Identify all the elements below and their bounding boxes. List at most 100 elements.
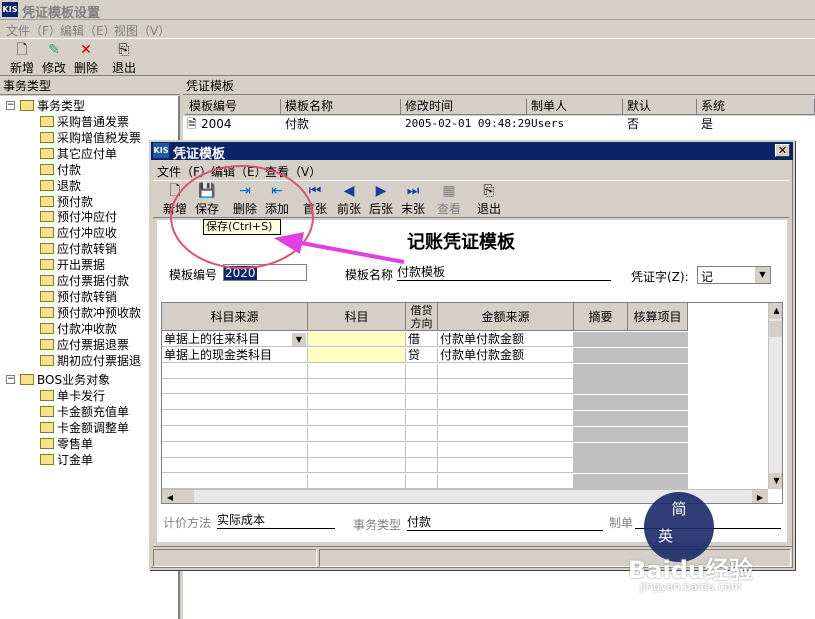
scroll-left-icon[interactable]: ◀: [162, 490, 178, 503]
dialog-title-bar[interactable]: KIS 凭证模板 ✕: [151, 142, 793, 162]
col-header[interactable]: 系统: [697, 99, 815, 115]
table-cell[interactable]: [406, 442, 438, 458]
table-cell[interactable]: [574, 442, 628, 458]
table-cell[interactable]: [628, 363, 688, 379]
table-cell[interactable]: [162, 363, 308, 379]
vertical-scrollbar[interactable]: ▲ ▼: [768, 303, 782, 489]
table-cell[interactable]: [574, 458, 628, 474]
scroll-thumb[interactable]: [769, 321, 782, 337]
table-cell[interactable]: 单据上的现金类科目: [162, 347, 308, 363]
table-cell[interactable]: [438, 458, 574, 474]
table-cell[interactable]: [438, 379, 574, 395]
scroll-up-icon[interactable]: ▲: [769, 303, 782, 319]
tree-item[interactable]: 零售单: [40, 436, 93, 452]
tree-item[interactable]: 采购普通发票: [40, 114, 129, 130]
table-cell[interactable]: [438, 442, 574, 458]
prev-button[interactable]: ◀ 前张: [337, 183, 361, 217]
menu-file[interactable]: 文件（F）: [6, 22, 61, 39]
tree-item[interactable]: 卡金额调整单: [40, 420, 129, 436]
col-header[interactable]: 制单人: [527, 99, 623, 115]
tree-item[interactable]: 应付票据退票: [40, 337, 129, 353]
collapse-toggle[interactable]: −: [6, 375, 15, 384]
tree-item[interactable]: 预付款冲预收款: [40, 305, 141, 321]
menu-view[interactable]: 视图（V）: [114, 22, 170, 39]
dialog-exit-button[interactable]: ⎘ 退出: [477, 183, 501, 217]
chevron-down-icon[interactable]: ▼: [292, 333, 306, 346]
tree-item[interactable]: 退款: [40, 178, 81, 194]
tree-item[interactable]: 预付款: [40, 194, 93, 210]
col-header[interactable]: 默认: [623, 99, 697, 115]
table-row[interactable]: 🗎 2004 付款 2005-02-01 09:48:29 Users 否 是: [183, 116, 815, 132]
table-cell[interactable]: [628, 426, 688, 442]
tree-item[interactable]: 付款: [40, 162, 81, 178]
table-cell[interactable]: [162, 474, 308, 490]
table-cell[interactable]: [438, 363, 574, 379]
table-cell[interactable]: [308, 474, 406, 490]
view-button[interactable]: ▦ 查看: [437, 183, 461, 217]
table-cell[interactable]: [628, 411, 688, 426]
delete-button[interactable]: ✕ 删除: [74, 42, 98, 76]
table-cell[interactable]: [628, 442, 688, 458]
table-cell[interactable]: [162, 458, 308, 474]
tree-root-node[interactable]: BOS业务对象: [20, 372, 110, 388]
exit-button[interactable]: ⎘ 退出: [112, 42, 136, 76]
chevron-down-icon[interactable]: ▼: [755, 267, 770, 283]
table-cell[interactable]: [308, 411, 406, 426]
table-cell[interactable]: 贷: [406, 347, 438, 363]
table-cell[interactable]: [406, 426, 438, 442]
next-button[interactable]: ▶ 后张: [369, 183, 393, 217]
tree-item[interactable]: 应付冲应收: [40, 225, 117, 241]
close-icon[interactable]: ✕: [775, 144, 790, 157]
tree-root-node[interactable]: 事务类型: [20, 98, 85, 114]
tree-item[interactable]: 应付款转销: [40, 241, 117, 257]
table-cell[interactable]: [308, 442, 406, 458]
table-cell[interactable]: [308, 395, 406, 411]
template-name-field[interactable]: 付款模板: [397, 264, 611, 281]
table-cell[interactable]: [406, 411, 438, 426]
tree-item[interactable]: 期初应付票据退: [40, 353, 141, 369]
table-cell[interactable]: [574, 395, 628, 411]
table-cell[interactable]: [438, 474, 574, 490]
table-cell[interactable]: [308, 363, 406, 379]
table-cell[interactable]: [308, 426, 406, 442]
table-cell[interactable]: [574, 363, 628, 379]
tree-item[interactable]: 订金单: [40, 452, 93, 468]
edit-button[interactable]: ✎ 修改: [42, 42, 66, 76]
table-cell[interactable]: [574, 426, 628, 442]
tree-item[interactable]: 预付冲应付: [40, 209, 117, 225]
table-cell[interactable]: 付款单付款金额: [438, 332, 574, 347]
tree-item[interactable]: 其它应付单: [40, 146, 117, 162]
table-cell[interactable]: [406, 395, 438, 411]
table-cell[interactable]: [308, 379, 406, 395]
scroll-down-icon[interactable]: ▼: [769, 473, 782, 489]
table-cell[interactable]: 借: [406, 332, 438, 347]
table-cell[interactable]: [628, 395, 688, 411]
table-cell[interactable]: [438, 426, 574, 442]
table-cell[interactable]: [162, 411, 308, 426]
table-cell[interactable]: [162, 426, 308, 442]
table-cell[interactable]: [628, 332, 688, 347]
table-cell[interactable]: [574, 347, 628, 363]
tree-item[interactable]: 应付票据付款: [40, 273, 129, 289]
table-cell[interactable]: [628, 347, 688, 363]
table-cell[interactable]: [628, 458, 688, 474]
table-cell[interactable]: [162, 442, 308, 458]
tree-item[interactable]: 预付款转销: [40, 289, 117, 305]
tree-item[interactable]: 卡金额充值单: [40, 404, 129, 420]
scroll-thumb[interactable]: [178, 490, 194, 503]
col-header[interactable]: 模板编号: [185, 99, 281, 115]
col-header[interactable]: 模板名称: [281, 99, 401, 115]
table-cell[interactable]: [438, 411, 574, 426]
table-cell[interactable]: [574, 332, 628, 347]
voucher-word-select[interactable]: 记 ▼: [697, 266, 771, 284]
collapse-toggle[interactable]: −: [6, 101, 15, 110]
table-cell[interactable]: [628, 379, 688, 395]
table-cell[interactable]: [308, 458, 406, 474]
last-button[interactable]: ⏭ 末张: [401, 183, 425, 217]
table-cell[interactable]: [406, 379, 438, 395]
table-cell[interactable]: [162, 379, 308, 395]
table-cell[interactable]: [406, 363, 438, 379]
table-cell[interactable]: [308, 332, 406, 347]
table-cell[interactable]: [406, 474, 438, 490]
tree-item[interactable]: 单卡发行: [40, 388, 105, 404]
